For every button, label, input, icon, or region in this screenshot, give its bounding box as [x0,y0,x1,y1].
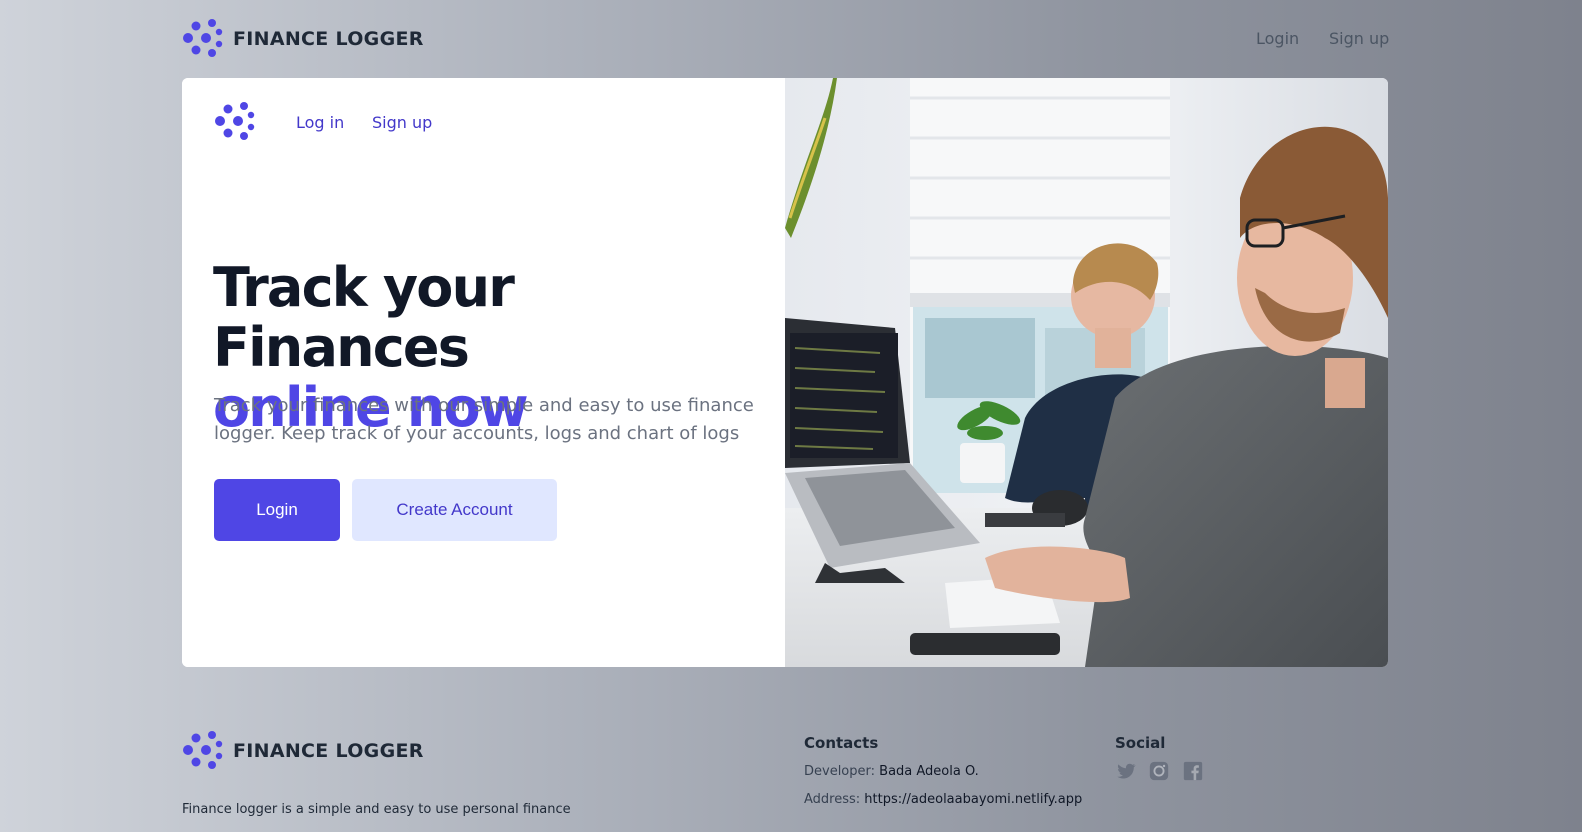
developer-label: Developer: [804,764,876,779]
hero-signup-link[interactable]: Sign up [372,113,432,132]
address-line: Address: https://adeolaabayomi.netlify.a… [804,792,1082,807]
create-account-button[interactable]: Create Account [352,479,557,541]
hero-title-line1: Track your Finances [213,256,515,379]
address-label: Address: [804,792,861,807]
brand-name[interactable]: FINANCE LOGGER [233,28,424,50]
finance-logger-logo-icon[interactable] [182,18,224,58]
hero-card: Log in Sign up Track your Finances onlin… [182,78,1388,667]
footer-brand-name: FINANCE LOGGER [233,740,424,762]
hero-login-link[interactable]: Log in [296,113,344,132]
contacts-heading: Contacts [804,734,879,752]
social-heading: Social [1115,734,1166,752]
login-button[interactable]: Login [214,479,340,541]
developer-value: Bada Adeola O. [879,764,979,779]
header-login-link[interactable]: Login [1256,29,1299,48]
twitter-icon[interactable] [1115,760,1137,782]
hero-description: Track your finances with our simple and … [214,395,754,444]
finance-logger-logo-icon[interactable] [182,730,224,770]
instagram-icon[interactable] [1148,760,1170,782]
facebook-icon[interactable] [1182,760,1204,782]
footer-description: Finance logger is a simple and easy to u… [182,802,571,817]
office-workers-photo [785,78,1388,667]
office-workers-illustration [785,78,1388,667]
address-link[interactable]: https://adeolaabayomi.netlify.app [864,792,1082,807]
finance-logger-logo-icon[interactable] [214,101,256,141]
header-signup-link[interactable]: Sign up [1329,29,1389,48]
developer-line: Developer: Bada Adeola O. [804,764,979,779]
hero-content: Log in Sign up Track your Finances onlin… [182,78,785,667]
